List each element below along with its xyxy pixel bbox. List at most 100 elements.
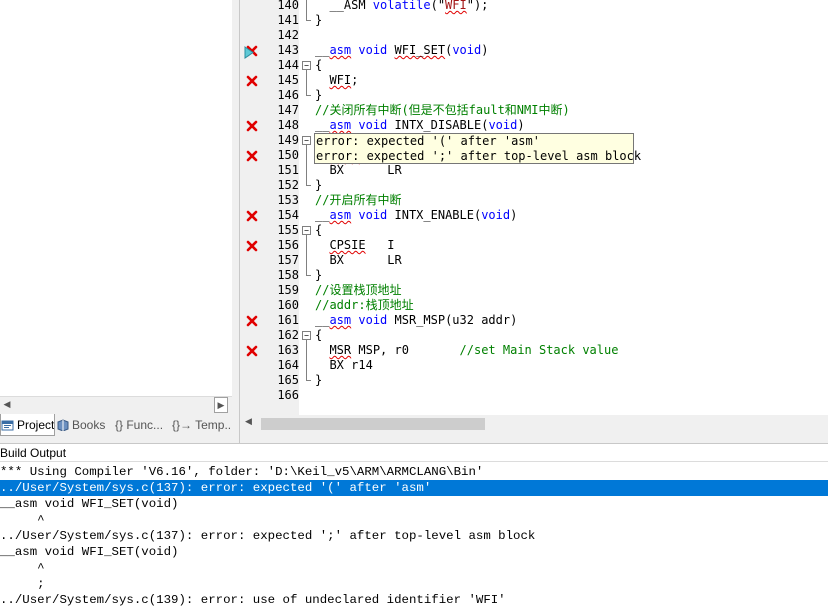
build-output-line-selected[interactable]: ../User/System/sys.c(137): error: expect… (0, 480, 828, 496)
code-line[interactable]: } (315, 268, 322, 283)
code-line[interactable]: __ASM volatile("WFI"); (315, 0, 488, 13)
project-horizontal-scrollbar[interactable]: ◀ ▶ (0, 396, 232, 413)
line-number: 145 (277, 73, 299, 87)
fold-toggle-icon[interactable]: − (302, 136, 311, 145)
code-line[interactable]: BX LR (315, 253, 401, 268)
code-line[interactable]: MSR MSP, r0 //set Main Stack value (315, 343, 618, 358)
line-number: 155 (277, 223, 299, 237)
tab-functions-label: {} Func... (115, 418, 164, 432)
project-icon (1, 416, 15, 431)
build-output-panel[interactable]: *** Using Compiler 'V6.16', folder: 'D:\… (0, 461, 828, 613)
line-number: 165 (277, 373, 299, 387)
tooltip-line: error: expected ';' after top-level asm … (316, 149, 642, 163)
line-number: 159 (277, 283, 299, 297)
code-line[interactable]: CPSIE I (315, 238, 394, 253)
line-numbers: 140 141 142 143 144 145 146 147 148 149 150 151 152 1… (273, 0, 299, 415)
tab-project[interactable]: Project (0, 414, 55, 436)
line-number: 140 (277, 0, 299, 12)
line-number: 166 (277, 388, 299, 402)
code-line[interactable]: } (315, 373, 322, 388)
scroll-right-arrow-icon[interactable]: ▶ (214, 397, 228, 413)
tab-templates[interactable]: {}→ Temp... (172, 414, 232, 436)
fold-guide (306, 145, 307, 185)
code-line[interactable]: __asm void MSR_MSP(u32 addr) (315, 313, 517, 328)
line-number: 149 (277, 133, 299, 147)
line-number: 160 (277, 298, 299, 312)
scrollbar-thumb[interactable] (261, 418, 485, 430)
code-line[interactable]: //设置栈顶地址 (315, 283, 401, 298)
code-line[interactable]: { (315, 328, 322, 343)
code-line[interactable]: { (315, 58, 322, 73)
books-icon (56, 416, 70, 432)
pane-splitter[interactable] (232, 0, 240, 443)
line-number: 150 (277, 148, 299, 162)
error-marker-icon[interactable] (246, 240, 258, 252)
project-tree-pane[interactable] (0, 0, 232, 396)
error-marker-icon[interactable] (246, 315, 258, 327)
code-line[interactable]: } (315, 178, 322, 193)
code-line[interactable]: //关闭所有中断(但是不包括fault和NMI中断) (315, 103, 570, 118)
code-line[interactable]: WFI; (315, 73, 358, 88)
tab-templates-label: {}→ Temp... (172, 418, 232, 432)
fold-guide (306, 340, 307, 380)
line-number: 152 (277, 178, 299, 192)
build-output-line[interactable]: ../User/System/sys.c(139): error: use of… (0, 592, 828, 608)
tab-functions[interactable]: {} Func... (115, 414, 171, 436)
fold-toggle-icon[interactable]: − (302, 226, 311, 235)
scroll-left-arrow-icon[interactable]: ◀ (245, 417, 252, 427)
tab-project-label: Project (17, 418, 55, 432)
build-output-line[interactable]: __asm void WFI_SET(void) (0, 544, 828, 560)
tab-books-label: Books (72, 418, 106, 432)
code-line[interactable]: { (315, 223, 322, 238)
error-marker-icon[interactable] (246, 210, 258, 222)
build-output-title: Build Output (0, 443, 828, 461)
build-output-line[interactable]: ^ (0, 512, 828, 528)
build-output-line[interactable]: ^ (0, 560, 828, 576)
code-line[interactable]: } (315, 13, 322, 28)
build-output-line[interactable]: ; (0, 576, 828, 592)
line-number: 146 (277, 88, 299, 102)
code-line[interactable]: } (315, 88, 322, 103)
editor-horizontal-scrollbar[interactable]: ◀ (240, 415, 828, 433)
error-marker-icon[interactable] (246, 75, 258, 87)
code-line[interactable]: BX r14 (315, 358, 372, 373)
tab-books[interactable]: Books (56, 414, 113, 436)
scroll-left-arrow-icon[interactable]: ◀ (0, 397, 14, 413)
line-number: 161 (277, 313, 299, 327)
error-marker-icon[interactable] (246, 345, 258, 357)
error-tooltip: error: expected '(' after 'asm' error: e… (314, 133, 642, 164)
code-line[interactable]: __asm void WFI_SET(void) (315, 43, 488, 58)
error-marker-icon[interactable] (246, 120, 258, 132)
fold-toggle-icon[interactable]: − (302, 331, 311, 340)
line-number: 153 (277, 193, 299, 207)
project-tabs: Project Books {} Func... {}→ Temp... (0, 414, 232, 436)
code-line[interactable]: __asm void INTX_DISABLE(void) (315, 118, 525, 133)
fold-guide (306, 70, 307, 95)
line-number: 142 (277, 28, 299, 42)
fold-guide (306, 235, 307, 275)
build-output-line[interactable]: *** Using Compiler 'V6.16', folder: 'D:\… (0, 464, 828, 480)
fold-guide-end (306, 20, 311, 21)
line-number: 157 (277, 253, 299, 267)
current-line-arrow-icon (244, 44, 254, 63)
line-number: 143 (277, 43, 299, 57)
error-marker-icon[interactable] (246, 150, 258, 162)
fold-guide (306, 0, 307, 20)
code-line[interactable]: //addr:栈顶地址 (315, 298, 414, 313)
line-number: 148 (277, 118, 299, 132)
line-number: 154 (277, 208, 299, 222)
editor-gutter[interactable] (240, 0, 273, 415)
code-line[interactable]: BX LR (315, 163, 401, 178)
line-number: 141 (277, 13, 299, 27)
code-line[interactable]: __asm void INTX_ENABLE(void) (315, 208, 517, 223)
line-number: 144 (277, 58, 299, 72)
fold-toggle-icon[interactable]: − (302, 61, 311, 70)
code-editor[interactable]: __ASM volatile("WFI");} __asm void WFI_SE… (314, 0, 828, 415)
line-number: 158 (277, 268, 299, 282)
tooltip-line: error: expected '(' after 'asm' (316, 134, 540, 148)
line-number: 147 (277, 103, 299, 117)
build-output-line[interactable]: ../User/System/sys.c(137): error: expect… (0, 528, 828, 544)
code-line[interactable]: //开启所有中断 (315, 193, 401, 208)
fold-column: − − − − (299, 0, 314, 415)
build-output-line[interactable]: __asm void WFI_SET(void) (0, 496, 828, 512)
